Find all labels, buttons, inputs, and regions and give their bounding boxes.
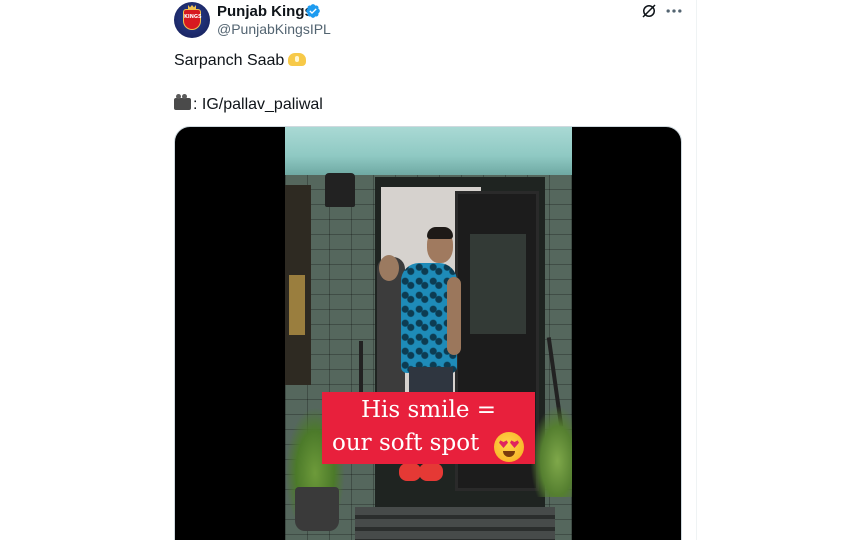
verified-badge-icon <box>306 4 320 18</box>
red-shoe <box>419 463 443 481</box>
player-head <box>427 227 453 263</box>
author-handle[interactable]: @PunjabKingsIPL <box>217 21 331 37</box>
heart-eyes-emoji-icon <box>494 432 524 462</box>
background-person-head <box>379 255 399 281</box>
entrance-steps <box>355 507 555 540</box>
awning <box>285 127 572 175</box>
heart-hands-emoji-icon <box>288 53 307 66</box>
video-frame: His smile = our soft spot <box>285 127 572 540</box>
timeline-divider <box>696 0 697 540</box>
avatar-logo-text: KINGS <box>184 14 202 20</box>
red-shoe <box>399 463 421 481</box>
instagram-credit: : IG/pallav_paliwal <box>193 96 323 113</box>
video-caption: His smile = our soft spot <box>322 392 535 464</box>
potted-plant <box>531 407 572 497</box>
caption-line-2: our soft spot <box>332 430 480 456</box>
shop-window <box>285 185 311 385</box>
tweet-text-line-1: Sarpanch Saab <box>174 52 307 70</box>
video-player[interactable]: His smile = our soft spot <box>174 126 682 540</box>
grok-icon[interactable] <box>640 2 658 20</box>
author-display-name[interactable]: Punjab Kings <box>217 3 313 20</box>
caption-line-1: His smile = <box>360 397 497 423</box>
more-icon[interactable] <box>664 1 684 21</box>
avatar[interactable]: KINGS <box>174 2 210 38</box>
video-camera-emoji-icon <box>174 94 191 110</box>
wall-lamp <box>325 173 355 207</box>
tweet-text-line-2: : IG/pallav_paliwal <box>174 94 323 114</box>
player-arm <box>447 277 461 355</box>
tweet-text: Sarpanch Saab <box>174 52 285 69</box>
plant-pot <box>295 487 339 531</box>
shield-logo: KINGS <box>183 9 202 30</box>
